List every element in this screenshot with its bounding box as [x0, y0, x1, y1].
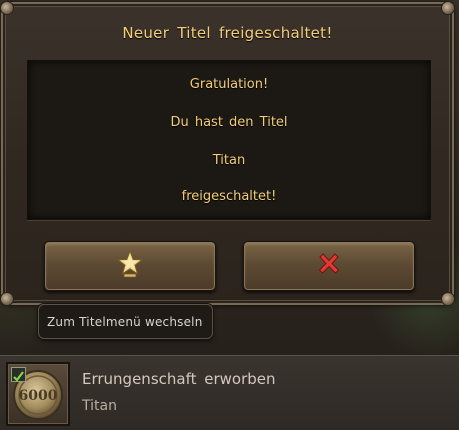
message-panel: Gratulation! Du hast den Titel Titan fre… — [27, 60, 431, 220]
achievement-checkbox[interactable] — [11, 367, 26, 382]
corner-rivet — [441, 292, 455, 306]
message-line: Du hast den Titel — [170, 115, 288, 130]
corner-rivet — [441, 1, 455, 15]
go-to-title-menu-button[interactable] — [44, 241, 216, 291]
notification-subtitle: Titan — [82, 398, 117, 414]
message-line: freigeschaltet! — [181, 189, 277, 204]
tooltip: Zum Titelmenü wechseln — [38, 304, 213, 339]
corner-rivet — [0, 1, 14, 15]
corner-rivet — [0, 292, 14, 306]
medal-value: 6000 — [19, 388, 58, 404]
tooltip-text: Zum Titelmenü wechseln — [47, 315, 203, 329]
title-name: Titan — [212, 153, 246, 168]
achievement-medal: 6000 — [6, 362, 70, 426]
message-line: Gratulation! — [189, 77, 269, 92]
star-trophy-icon — [115, 249, 145, 283]
title-unlocked-dialog: Neuer Titel freigeschaltet! Gratulation!… — [0, 1, 455, 306]
cancel-button[interactable] — [243, 241, 415, 291]
achievement-notification[interactable]: 6000 Errungenschaft erworben Titan — [0, 355, 459, 430]
dialog-title: Neuer Titel freigeschaltet! — [122, 24, 333, 42]
close-icon — [316, 251, 342, 281]
checkmark-icon — [13, 371, 24, 382]
notification-title: Errungenschaft erworben — [82, 370, 276, 388]
